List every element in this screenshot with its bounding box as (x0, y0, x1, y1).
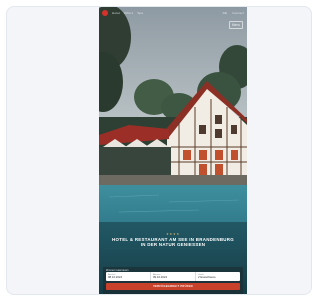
arrival-field[interactable]: Anreise 08.10.2024 (106, 272, 151, 281)
booking-widget: Zimmer reservieren Anreise 08.10.2024 Ab… (103, 267, 243, 294)
booking-fields: Anreise 08.10.2024 Abreise 09.10.2024 Gä… (106, 272, 240, 281)
language-switch[interactable]: DE (223, 11, 228, 15)
hero-headline: HOTEL & RESTAURANT AM SEE IN BRANDENBURG… (112, 237, 234, 248)
contact-link[interactable]: Contact (232, 11, 244, 15)
preview-card: Hotel Offers Spa DE Contact Menu ★★★★ HO… (6, 6, 312, 295)
mobile-page-preview: Hotel Offers Spa DE Contact Menu ★★★★ HO… (99, 7, 247, 294)
header-right-links: DE Contact (219, 11, 244, 15)
check-availability-button[interactable]: VERFÜGBARKEIT PRÜFEN (106, 283, 240, 290)
brand-logo-icon[interactable] (102, 10, 108, 16)
guests-value: 2 Erwachsene (198, 275, 216, 280)
arrival-value: 08.10.2024 (108, 275, 122, 280)
nav-item-spa[interactable]: Spa (137, 11, 143, 15)
nav-item-offers[interactable]: Offers (124, 11, 133, 15)
guests-field[interactable]: Gäste 2 Erwachsene (196, 272, 240, 281)
site-header: Hotel Offers Spa DE Contact (99, 7, 247, 19)
star-rating: ★★★★ (166, 232, 180, 236)
main-nav: Hotel Offers Spa (112, 11, 143, 15)
hero-photo (99, 7, 247, 294)
nav-item-hotel[interactable]: Hotel (112, 11, 120, 15)
departure-value: 09.10.2024 (153, 275, 167, 280)
hero-text: ★★★★ HOTEL & RESTAURANT AM SEE IN BRANDE… (109, 232, 237, 248)
departure-field[interactable]: Abreise 09.10.2024 (151, 272, 196, 281)
menu-button[interactable]: Menu (229, 21, 243, 29)
